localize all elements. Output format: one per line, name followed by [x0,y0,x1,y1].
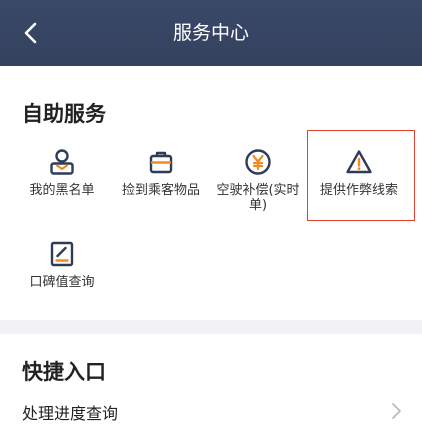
warning-icon [346,150,372,174]
page-title: 服务中心 [172,22,249,44]
grid-item-label: 空驶补偿(实时单) [216,183,300,213]
grid-item-empty-drive-compensation[interactable]: 空驶补偿(实时单) [210,148,306,213]
grid-item-report-cheating[interactable]: 提供作弊线索 [311,148,407,198]
user-blacklist-icon [50,149,74,175]
chevron-right-icon [392,403,401,419]
yen-icon [245,149,271,175]
grid-item-label: 口碑值查询 [29,275,95,290]
grid-item-label: 提供作弊线索 [319,183,398,198]
grid-item-label: 捡到乘客物品 [121,183,200,198]
grid-item-reputation-query[interactable]: 口碑值查询 [14,240,110,290]
list-item-progress-query[interactable]: 处理进度查询 [0,394,422,434]
section-title-quick-entry: 快捷入口 [22,360,106,384]
grid-item-found-items[interactable]: 捡到乘客物品 [113,148,209,198]
header: 服务中心 [0,0,422,66]
section-title-self-service: 自助服务 [22,102,106,126]
grid-item-blacklist[interactable]: 我的黑名单 [14,148,110,198]
section-divider [0,320,422,334]
bag-icon [149,151,173,174]
grid-item-label: 我的黑名单 [29,183,95,198]
edit-document-icon [50,241,74,267]
list-item-label: 处理进度查询 [22,404,119,423]
